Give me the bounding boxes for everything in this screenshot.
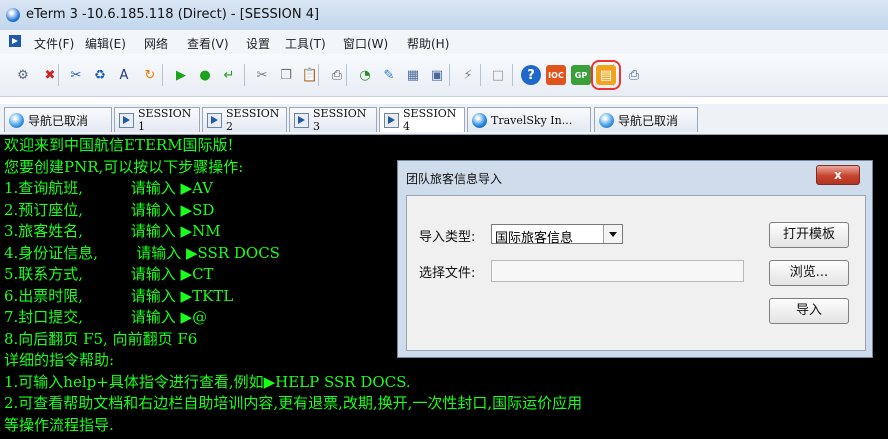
menu-settings[interactable]: 设置 — [246, 35, 270, 52]
ie-globe-icon — [9, 112, 24, 128]
file-path-input[interactable] — [491, 260, 744, 282]
tab-label: 导航已取消 — [28, 113, 89, 128]
paste-icon[interactable]: 📋 — [300, 65, 320, 85]
group-passenger-import-dialog: 团队旅客信息导入 x 导入类型: 国际旅客信息 打开模板 选择文件: 浏览...… — [397, 160, 873, 358]
terminal-line: 5.联系方式, 请输入 ▶CT — [4, 265, 214, 283]
window-icon[interactable]: ▣ — [427, 65, 447, 85]
tab-travelsky[interactable]: TravelSky In... — [467, 107, 591, 132]
import-type-label: 导入类型: — [419, 230, 476, 245]
chevron-down-icon[interactable] — [603, 225, 622, 243]
enter-icon[interactable]: ↵ — [219, 65, 239, 85]
menu-help[interactable]: 帮助(H) — [407, 35, 449, 52]
terminal-line: 等操作流程指导. — [4, 415, 114, 434]
menu-network[interactable]: 网络 — [144, 35, 168, 52]
help-icon[interactable]: ? — [521, 65, 541, 85]
disconnect-icon[interactable]: ✖ — [40, 65, 60, 85]
session-icon — [294, 112, 309, 128]
group-import-icon[interactable]: ▤ — [591, 60, 621, 90]
calc-icon[interactable]: ▦ — [403, 65, 423, 85]
copy-icon[interactable]: ❐ — [276, 65, 296, 85]
menu-bar: 文件(F) 编辑(E) 网络 查看(V) 设置 工具(T) 窗口(W) 帮助(H… — [0, 30, 888, 55]
blank-page-icon[interactable]: □ — [488, 65, 508, 85]
menu-view[interactable]: 查看(V) — [187, 35, 229, 52]
scissors-icon[interactable]: ✂ — [252, 65, 272, 85]
close-button[interactable]: x — [816, 165, 860, 185]
toolbar-separator — [480, 64, 481, 86]
tab-navigation-6[interactable]: 导航已取消 — [594, 107, 698, 132]
tab-label: SESSION 1 — [138, 107, 192, 133]
browse-button[interactable]: 浏览... — [769, 260, 849, 286]
terminal-line: 详细的指令帮助: — [4, 351, 115, 369]
session-icon — [384, 112, 399, 128]
record-icon[interactable]: ● — [195, 65, 215, 85]
play-icon[interactable]: ▶ — [171, 65, 191, 85]
tab-label: SESSION 2 — [226, 107, 280, 133]
eterm-app-icon — [6, 8, 20, 22]
toolbar-separator — [512, 64, 513, 86]
plug-icon[interactable]: ⚡ — [458, 65, 478, 85]
open-template-button[interactable]: 打开模板 — [769, 222, 849, 248]
tab-session-3[interactable]: SESSION 3 — [289, 107, 377, 133]
text-a-icon[interactable]: A — [114, 65, 134, 85]
menu-tools[interactable]: 工具(T) — [285, 35, 326, 52]
tab-session-2[interactable]: SESSION 2 — [202, 107, 287, 133]
ie-globe-icon — [599, 112, 614, 128]
file-label: 选择文件: — [419, 266, 476, 281]
terminal-line: 4.身份证信息, 请输入 ▶SSR DOCS — [4, 243, 280, 262]
import-button[interactable]: 导入 — [769, 298, 849, 324]
session-icon — [119, 112, 134, 128]
toolbar: ⚙ ✖ ✂ ♻ A ↻ ▶ ● ↵ ✂ ❐ 📋 ⎙ ◔ ✎ ▦ ▣ ⚡ □? IOC GP ▤ ⎙ — [0, 54, 888, 97]
recycle-icon[interactable]: ♻ — [90, 65, 110, 85]
tab-label: SESSION 3 — [313, 107, 367, 133]
tab-label: SESSION 4 — [403, 107, 457, 133]
import-type-value: 国际旅客信息 — [495, 231, 574, 246]
tab-navigation-0[interactable]: 导航已取消 — [4, 107, 112, 132]
terminal-line: 欢迎来到中国航信ETERM国际版! — [4, 136, 234, 154]
toolbar-separator — [449, 64, 450, 86]
chart-icon[interactable]: ◔ — [355, 65, 375, 85]
gp-icon[interactable]: GP — [571, 65, 591, 85]
toolbar-separator — [244, 64, 245, 86]
toolbar-separator — [162, 64, 163, 86]
tab-label: TravelSky In... — [491, 113, 573, 127]
tab-session-1[interactable]: SESSION 1 — [114, 107, 200, 133]
menu-edit[interactable]: 编辑(E) — [85, 35, 126, 52]
import-type-select[interactable]: 国际旅客信息 — [491, 224, 623, 246]
session-icon — [207, 112, 222, 128]
system-menu-icon[interactable] — [9, 35, 21, 47]
tab-session-4[interactable]: SESSION 4 — [379, 107, 465, 133]
terminal-line: 3.旅客姓名, 请输入 ▶NM — [4, 222, 221, 240]
ioc-icon[interactable]: IOC — [546, 65, 566, 85]
terminal-line: 2.预订座位, 请输入 ▶SD — [4, 200, 215, 219]
edit-icon[interactable]: ✎ — [379, 65, 399, 85]
terminal-line: 2.可查看帮助文档和右边栏自助培训内容,更有退票,改期,换开,一次性封口,国际运… — [4, 394, 583, 412]
menu-file[interactable]: 文件(F) — [34, 35, 74, 52]
terminal-line: 8.向后翻页 F5, 向前翻页 F6 — [4, 329, 198, 348]
print-icon[interactable]: ⎙ — [327, 65, 347, 85]
tab-label: 导航已取消 — [618, 113, 679, 128]
terminal-line: 1.可输入help+具体指令进行查看,例如▶HELP SSR DOCS. — [4, 372, 411, 391]
travelsky-globe-icon — [472, 112, 487, 128]
cut-cross-icon[interactable]: ✂ — [66, 65, 86, 85]
menu-window[interactable]: 窗口(W) — [343, 35, 388, 52]
terminal-line: 1.查询航班, 请输入 ▶AV — [4, 179, 213, 197]
session-tab-bar: 导航已取消 SESSION 1 SESSION 2 SESSION 3 SESSION … — [0, 104, 888, 135]
connect-icon[interactable]: ⚙ — [13, 65, 33, 85]
dialog-body: 导入类型: 国际旅客信息 打开模板 选择文件: 浏览... 导入 — [406, 195, 866, 351]
window-title: eTerm 3 -10.6.185.118 (Direct) - [SESSIO… — [26, 7, 320, 22]
dialog-title: 团队旅客信息导入 — [406, 172, 503, 186]
terminal-line: 7.封口提交, 请输入 ▶@ — [4, 308, 208, 326]
printer-icon[interactable]: ⎙ — [624, 65, 644, 85]
terminal-line: 6.出票时限, 请输入 ▶TKTL — [4, 286, 234, 305]
title-bar: eTerm 3 -10.6.185.118 (Direct) - [SESSIO… — [0, 0, 888, 31]
terminal-line: 您要创建PNR,可以按以下步骤操作: — [4, 157, 244, 176]
refresh-icon[interactable]: ↻ — [140, 65, 160, 85]
